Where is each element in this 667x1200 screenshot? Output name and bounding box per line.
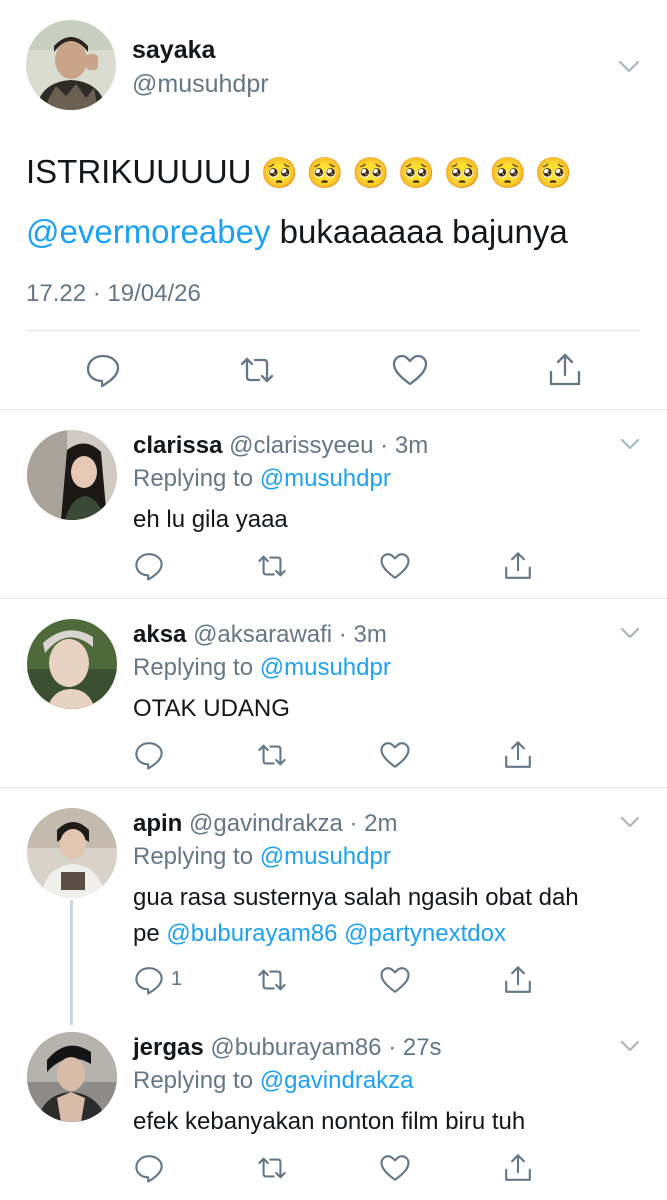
avatar[interactable] <box>27 430 117 520</box>
share-icon[interactable] <box>502 1152 534 1184</box>
retweet-icon[interactable] <box>256 550 288 582</box>
author-handle[interactable]: @aksarawafi <box>193 621 332 648</box>
reply-header: jergas @buburayam86 · 27s <box>133 1034 442 1062</box>
author-handle[interactable]: @gavindrakza <box>189 810 343 837</box>
replying-to-label: Replying to <box>133 654 254 681</box>
reply-tweet[interactable]: jergas @buburayam86 · 27s Replying to @g… <box>0 1012 667 1200</box>
like-icon[interactable] <box>379 964 411 996</box>
author-name[interactable]: jergas <box>133 1034 204 1061</box>
tweet-timestamp[interactable]: 17.22 · 19/04/26 <box>26 280 201 308</box>
separator: · <box>381 1034 403 1061</box>
tweet-text-continued: bukaaaaaa bajunya <box>270 213 568 250</box>
reply-header: apin @gavindrakza · 2m <box>133 810 397 838</box>
replying-to-label: Replying to <box>133 465 254 492</box>
chevron-down-icon[interactable] <box>618 623 642 643</box>
reply-tweet[interactable]: apin @gavindrakza · 2m Replying to @musu… <box>0 788 667 1018</box>
replying-to-handle[interactable]: @musuhdpr <box>260 843 391 870</box>
reply-text: gua rasa susternya salah ngasih obat dah… <box>133 880 643 952</box>
reply-icon[interactable] <box>84 351 122 389</box>
reply-tweet[interactable]: aksa @aksarawafi · 3m Replying to @musuh… <box>0 599 667 787</box>
reply-time[interactable]: 2m <box>364 810 397 837</box>
retweet-icon[interactable] <box>256 964 288 996</box>
reply-time[interactable]: 3m <box>395 432 428 459</box>
like-icon[interactable] <box>391 351 429 389</box>
chevron-down-icon[interactable] <box>618 1036 642 1056</box>
replying-to-handle[interactable]: @musuhdpr <box>260 654 391 681</box>
reply-text-prefix: pe <box>133 920 167 947</box>
divider <box>26 330 640 331</box>
avatar[interactable] <box>27 619 117 709</box>
author-name[interactable]: clarissa <box>133 432 222 459</box>
like-icon[interactable] <box>379 739 411 771</box>
share-icon[interactable] <box>502 550 534 582</box>
reply-text: OTAK UDANG <box>133 695 290 722</box>
reply-time[interactable]: 27s <box>403 1034 442 1061</box>
separator: · <box>373 432 395 459</box>
replying-to-label: Replying to <box>133 843 254 870</box>
reply-actions: 1 <box>133 964 543 1000</box>
reply-time[interactable]: 3m <box>353 621 386 648</box>
author-handle[interactable]: @clarissyeeu <box>229 432 373 459</box>
replying-to: Replying to @gavindrakza <box>133 1067 414 1095</box>
tweet-mention[interactable]: @evermoreabey <box>26 213 270 250</box>
author-name[interactable]: aksa <box>133 621 186 648</box>
like-icon[interactable] <box>379 1152 411 1184</box>
replying-to-handle[interactable]: @gavindrakza <box>260 1067 414 1094</box>
chevron-down-icon[interactable] <box>618 812 642 832</box>
reply-mentions[interactable]: @buburayam86 @partynextdox <box>166 920 506 947</box>
reply-tweet[interactable]: clarissa @clarissyeeu · 3m Replying to @… <box>0 410 667 598</box>
author-handle[interactable]: @musuhdpr <box>132 70 269 99</box>
chevron-down-icon[interactable] <box>616 55 642 77</box>
author-name[interactable]: apin <box>133 810 182 837</box>
reply-icon[interactable] <box>133 739 165 771</box>
tweet-text-content: ISTRIKUUUUU <box>26 153 252 190</box>
replying-to-handle[interactable]: @musuhdpr <box>260 465 391 492</box>
pleading-face-emojis: 🥺 🥺 🥺 🥺 🥺 🥺 🥺 <box>260 157 573 190</box>
reply-icon[interactable] <box>133 550 165 582</box>
separator: · <box>332 621 354 648</box>
reply-text-line: gua rasa susternya salah ngasih obat dah <box>133 884 579 911</box>
reply-text: efek kebanyakan nonton film biru tuh <box>133 1108 526 1135</box>
main-tweet-actions <box>0 345 667 395</box>
replying-to-label: Replying to <box>133 1067 254 1094</box>
like-icon[interactable] <box>379 550 411 582</box>
share-icon[interactable] <box>546 351 584 389</box>
reply-actions <box>133 1152 543 1188</box>
chevron-down-icon[interactable] <box>618 434 642 454</box>
reply-actions <box>133 739 543 775</box>
replying-to: Replying to @musuhdpr <box>133 465 391 493</box>
share-icon[interactable] <box>502 964 534 996</box>
reply-actions <box>133 550 543 586</box>
retweet-icon[interactable] <box>238 351 276 389</box>
author-handle[interactable]: @buburayam86 <box>210 1034 381 1061</box>
reply-icon[interactable] <box>133 964 165 996</box>
main-tweet: sayaka @musuhdpr ISTRIKUUUUU 🥺 🥺 🥺 🥺 🥺 🥺… <box>0 0 667 410</box>
avatar[interactable] <box>27 808 117 898</box>
avatar[interactable] <box>27 1032 117 1122</box>
reply-icon[interactable] <box>133 1152 165 1184</box>
avatar[interactable] <box>26 20 116 110</box>
author-name[interactable]: sayaka <box>132 36 215 65</box>
replying-to: Replying to @musuhdpr <box>133 654 391 682</box>
reply-count: 1 <box>171 968 183 990</box>
retweet-icon[interactable] <box>256 1152 288 1184</box>
separator: · <box>342 810 365 837</box>
tweet-text: ISTRIKUUUUU 🥺 🥺 🥺 🥺 🥺 🥺 🥺 @evermoreabey … <box>26 143 646 261</box>
replying-to: Replying to @musuhdpr <box>133 843 391 871</box>
reply-header: clarissa @clarissyeeu · 3m <box>133 432 428 460</box>
reply-header: aksa @aksarawafi · 3m <box>133 621 387 649</box>
share-icon[interactable] <box>502 739 534 771</box>
reply-text: eh lu gila yaaa <box>133 506 288 533</box>
retweet-icon[interactable] <box>256 739 288 771</box>
